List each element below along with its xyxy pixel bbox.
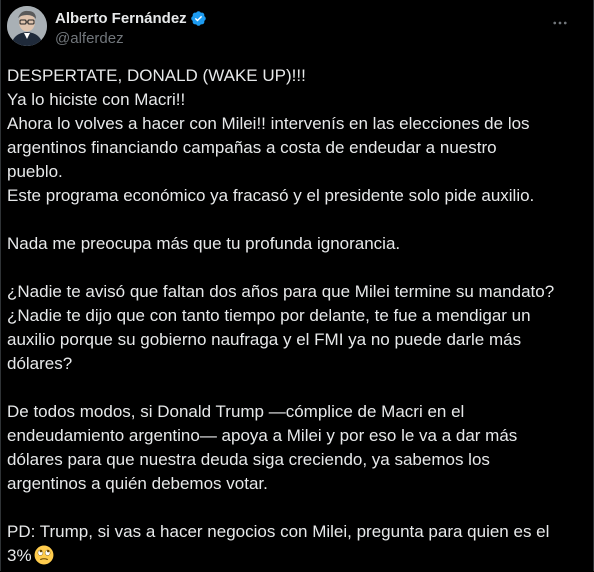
- tweet-line-last: 3%: [7, 544, 577, 568]
- tweet-paragraph: Nada me preocupa más que tu profunda ign…: [7, 232, 577, 256]
- tweet-line: auxilio porque su gobierno naufraga y el…: [7, 330, 522, 349]
- tweet-line: pueblo.: [7, 162, 63, 181]
- author-display-name[interactable]: Alberto Fernández: [55, 10, 187, 27]
- tweet-line: argentinos a quién debemos votar.: [7, 474, 268, 493]
- tweet-line: Nada me preocupa más que tu profunda ign…: [7, 234, 401, 253]
- tweet-line: DESPERTATE, DONALD (WAKE UP)!!!: [7, 66, 306, 85]
- tweet-line: PD: Trump, si vas a hacer negocios con M…: [7, 522, 550, 541]
- tweet-line: endeudamiento argentino— apoya a Milei y…: [7, 426, 518, 445]
- tweet-line: argentinos financiando campañas a costa …: [7, 138, 497, 157]
- tweet: Alberto Fernández @alferdez DESPERTATE, …: [0, 0, 594, 571]
- tweet-paragraph: De todos modos, si Donald Trump —cómplic…: [7, 400, 577, 496]
- tweet-paragraph: PD: Trump, si vas a hacer negocios con M…: [7, 520, 577, 568]
- tweet-line: De todos modos, si Donald Trump —cómplic…: [7, 402, 465, 421]
- tweet-line: Ahora lo volves a hacer con Milei!! inte…: [7, 114, 530, 133]
- tweet-line: ¿Nadie te dijo que con tanto tiempo por …: [7, 306, 531, 325]
- tweet-header: Alberto Fernández @alferdez: [7, 6, 583, 50]
- tweet-line: dólares?: [7, 354, 73, 373]
- tweet-paragraph: DESPERTATE, DONALD (WAKE UP)!!! Ya lo hi…: [7, 64, 577, 208]
- tweet-line: Este programa económico ya fracasó y el …: [7, 186, 535, 205]
- more-options-icon[interactable]: [543, 6, 577, 40]
- tweet-line: dólares para que nuestra deuda siga crec…: [7, 450, 490, 469]
- tweet-line: Ya lo hiciste con Macri!!: [7, 90, 186, 109]
- display-name-row: Alberto Fernández: [55, 8, 207, 28]
- avatar[interactable]: [7, 6, 47, 46]
- verified-badge-icon[interactable]: [190, 10, 207, 27]
- face-with-rolling-eyes-emoji-icon: [34, 545, 54, 565]
- tweet-line-text: 3%: [7, 546, 32, 565]
- author-handle[interactable]: @alferdez: [55, 30, 207, 47]
- avatar-image: [7, 6, 47, 46]
- tweet-line: ¿Nadie te avisó que faltan dos años para…: [7, 282, 555, 301]
- author-info: Alberto Fernández @alferdez: [55, 8, 207, 47]
- tweet-text: DESPERTATE, DONALD (WAKE UP)!!! Ya lo hi…: [7, 64, 577, 568]
- tweet-paragraph: ¿Nadie te avisó que faltan dos años para…: [7, 280, 577, 376]
